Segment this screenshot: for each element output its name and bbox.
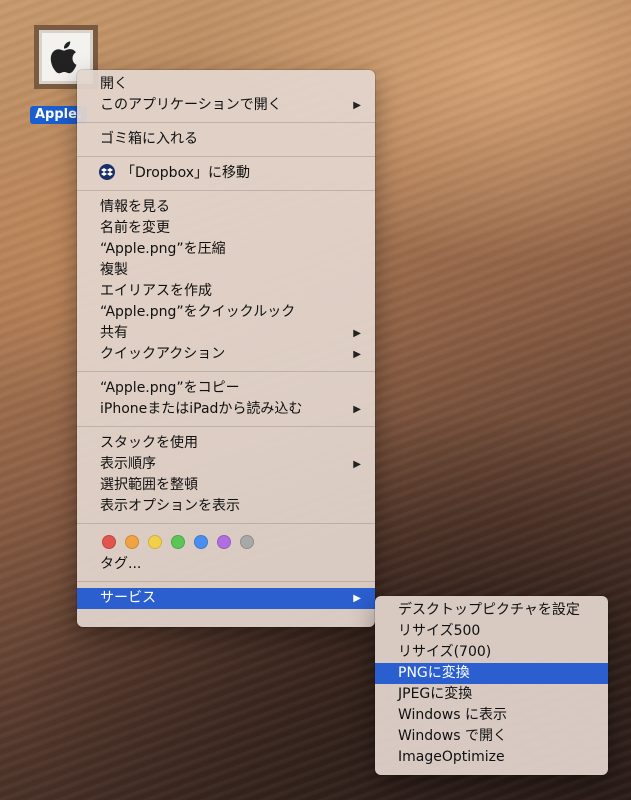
services-menu-item[interactable]: Windows で開く (375, 726, 608, 747)
services-menu-item[interactable]: Windows に表示 (375, 705, 608, 726)
menu-item-label: リサイズ(700) (398, 644, 492, 660)
submenu-arrow-icon: ▶ (353, 100, 361, 111)
tag-color-dot[interactable] (125, 535, 139, 549)
tag-color-dot[interactable] (102, 535, 116, 549)
menu-item-label: 表示オプションを表示 (100, 498, 240, 514)
tag-color-dot[interactable] (148, 535, 162, 549)
context-menu-item[interactable]: このアプリケーションで開く ▶ (77, 95, 375, 116)
menu-item-label: “Apple.png”をコピー (100, 380, 240, 396)
menu-item-label: 「Dropbox」に移動 (121, 165, 250, 181)
tag-color-dot[interactable] (217, 535, 231, 549)
menu-separator (77, 523, 375, 524)
dropbox-icon (99, 164, 115, 180)
menu-item-label: リサイズ500 (398, 623, 481, 639)
services-menu-item[interactable]: デスクトップピクチャを設定 (375, 600, 608, 621)
context-menu-item[interactable]: iPhoneまたはiPadから読み込む ▶ (77, 399, 375, 420)
menu-item-label: iPhoneまたはiPadから読み込む (100, 401, 303, 417)
services-menu-item[interactable]: JPEGに変換 (375, 684, 608, 705)
services-menu-item[interactable]: リサイズ(700) (375, 642, 608, 663)
apple-logo-icon (50, 41, 77, 74)
menu-item-label: このアプリケーションで開く (100, 97, 282, 113)
context-menu-item[interactable]: 選択範囲を整頓 (77, 475, 375, 496)
services-menu-item[interactable]: PNGに変換 (375, 663, 608, 684)
menu-item-label: スタックを使用 (100, 435, 198, 451)
menu-item-label: Windows に表示 (398, 707, 507, 723)
tag-color-dot[interactable] (171, 535, 185, 549)
menu-separator (77, 581, 375, 582)
menu-item-label: JPEGに変換 (398, 686, 473, 702)
context-menu-item-services[interactable]: サービス ▶ (77, 588, 375, 609)
menu-item-label: 複製 (100, 262, 128, 278)
menu-item-label: Windows で開く (398, 728, 507, 744)
menu-item-label: デスクトップピクチャを設定 (398, 602, 580, 618)
menu-item-label: “Apple.png”をクイックルック (100, 304, 296, 320)
context-menu-item[interactable]: スタックを使用 (77, 433, 375, 454)
tag-color-dot[interactable] (240, 535, 254, 549)
menu-item-label: エイリアスを作成 (100, 283, 212, 299)
menu-item-label: PNGに変換 (398, 665, 470, 681)
menu-item-label: 共有 (100, 325, 128, 341)
tag-color-row (77, 530, 375, 554)
menu-item-label: ゴミ箱に入れる (100, 131, 198, 147)
menu-item-label: 選択範囲を整頓 (100, 477, 198, 493)
menu-separator (77, 426, 375, 427)
context-menu-item[interactable]: “Apple.png”をコピー (77, 378, 375, 399)
menu-item-label: 名前を変更 (100, 220, 170, 236)
menu-item-label: 開く (100, 76, 128, 92)
context-menu-item[interactable]: 「Dropbox」に移動 (77, 163, 375, 184)
services-submenu: デスクトップピクチャを設定 リサイズ500 リサイズ(700) PNGに変換 JPEGに… (375, 596, 608, 775)
context-menu-item[interactable]: “Apple.png”をクイックルック (77, 302, 375, 323)
menu-item-label: クイックアクション (100, 346, 226, 362)
context-menu-item[interactable]: 共有 ▶ (77, 323, 375, 344)
tag-color-dot[interactable] (194, 535, 208, 549)
menu-item-label: “Apple.png”を圧縮 (100, 241, 226, 257)
submenu-arrow-icon: ▶ (353, 459, 361, 470)
submenu-arrow-icon: ▶ (353, 404, 361, 415)
menu-separator (77, 156, 375, 157)
menu-item-label: ImageOptimize (398, 749, 505, 765)
context-menu-item[interactable]: 情報を見る (77, 197, 375, 218)
menu-item-label: 表示順序 (100, 456, 156, 472)
menu-separator (77, 190, 375, 191)
context-menu-item[interactable]: タグ... (77, 554, 375, 575)
submenu-arrow-icon: ▶ (353, 593, 361, 604)
services-menu-item[interactable]: リサイズ500 (375, 621, 608, 642)
context-menu-item[interactable]: エイリアスを作成 (77, 281, 375, 302)
context-menu-item[interactable]: クイックアクション ▶ (77, 344, 375, 365)
menu-item-label: タグ... (100, 556, 142, 572)
context-menu-item[interactable]: 表示オプションを表示 (77, 496, 375, 517)
context-menu-item[interactable]: 表示順序 ▶ (77, 454, 375, 475)
submenu-arrow-icon: ▶ (353, 328, 361, 339)
context-menu-item[interactable]: ゴミ箱に入れる (77, 129, 375, 150)
context-menu: 開くこのアプリケーションで開く ▶ ゴミ箱に入れる「Dropbox」に移動情報を見る… (77, 70, 375, 627)
menu-item-label: サービス (100, 590, 156, 606)
context-menu-item[interactable]: 名前を変更 (77, 218, 375, 239)
menu-item-label: 情報を見る (100, 199, 170, 215)
submenu-arrow-icon: ▶ (353, 349, 361, 360)
services-menu-item[interactable]: ImageOptimize (375, 747, 608, 768)
menu-separator (77, 122, 375, 123)
context-menu-item[interactable]: 複製 (77, 260, 375, 281)
menu-separator (77, 371, 375, 372)
context-menu-item[interactable]: 開く (77, 74, 375, 95)
context-menu-item[interactable]: “Apple.png”を圧縮 (77, 239, 375, 260)
